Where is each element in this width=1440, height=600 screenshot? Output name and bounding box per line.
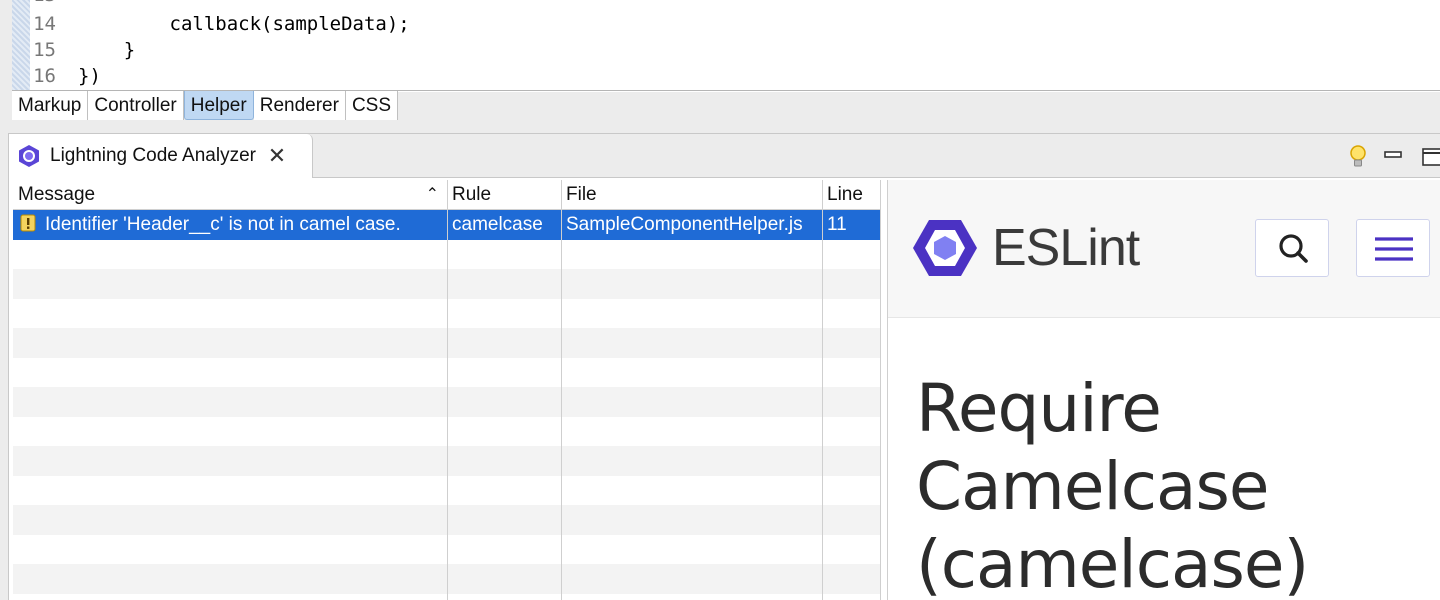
analyzer-logo-icon bbox=[19, 145, 39, 167]
editor-left-margin bbox=[0, 0, 12, 92]
editor-overview-ruler bbox=[12, 0, 30, 92]
line-number: 13 bbox=[30, 0, 56, 8]
eslint-logo-icon bbox=[913, 220, 977, 276]
rule-page-heading: Require Camelcase (camelcase) bbox=[916, 370, 1309, 600]
sort-ascending-icon: ⌃ bbox=[425, 186, 439, 203]
eslint-docs-panel: ESLint Require Camelcase (camelcase) bbox=[887, 180, 1440, 600]
tab-helper[interactable]: Helper bbox=[183, 91, 254, 120]
tab-markup[interactable]: Markup bbox=[12, 91, 89, 120]
column-divider[interactable] bbox=[447, 180, 448, 600]
column-header-rule[interactable]: Rule bbox=[447, 180, 561, 210]
search-icon bbox=[1279, 234, 1308, 263]
code-text: callback(sampleData); bbox=[78, 13, 410, 35]
lightbulb-icon[interactable] bbox=[1345, 142, 1371, 170]
warning-icon bbox=[20, 214, 36, 232]
code-analyzer-view: Lightning Code Analyzer ✕ Message ⌃ Rule… bbox=[8, 133, 1440, 600]
problems-table[interactable]: Message ⌃ Rule File Line Identifier 'Hea… bbox=[13, 180, 881, 600]
view-tab-lightning-code-analyzer[interactable]: Lightning Code Analyzer ✕ bbox=[9, 134, 313, 178]
cell-line: 11 bbox=[827, 214, 847, 235]
code-text: } bbox=[78, 39, 136, 61]
eslint-brand-name: ESLint bbox=[992, 219, 1140, 277]
tab-css[interactable]: CSS bbox=[345, 91, 399, 120]
code-line: 14 callback(sampleData); bbox=[30, 11, 1430, 37]
column-header-line[interactable]: Line bbox=[822, 180, 881, 210]
column-header-file[interactable]: File bbox=[561, 180, 822, 210]
column-divider[interactable] bbox=[561, 180, 562, 600]
maximize-icon[interactable] bbox=[1419, 142, 1440, 170]
eslint-logo-link[interactable]: ESLint bbox=[912, 218, 1140, 278]
view-title: Lightning Code Analyzer bbox=[50, 145, 256, 166]
code-line: 13 bbox=[30, 0, 1430, 8]
line-number: 16 bbox=[33, 65, 56, 87]
code-text: }) bbox=[78, 65, 101, 87]
cell-rule: camelcase bbox=[452, 214, 543, 235]
tab-renderer[interactable]: Renderer bbox=[253, 91, 346, 120]
close-icon[interactable]: ✕ bbox=[266, 143, 288, 169]
hamburger-menu-icon bbox=[1375, 237, 1413, 261]
message-text: Identifier 'Header__c' is not in camel c… bbox=[45, 214, 401, 235]
menu-button[interactable] bbox=[1356, 219, 1430, 277]
column-divider bbox=[880, 180, 881, 600]
cell-file: SampleComponentHelper.js bbox=[566, 214, 803, 235]
column-header-message[interactable]: Message ⌃ bbox=[13, 180, 447, 210]
code-line: 15 } bbox=[30, 37, 1430, 63]
view-tab-bar: Lightning Code Analyzer ✕ bbox=[9, 134, 1440, 178]
bundle-file-tabs: Markup Controller Helper Renderer CSS bbox=[12, 91, 399, 121]
search-button[interactable] bbox=[1255, 219, 1329, 277]
tab-controller[interactable]: Controller bbox=[88, 91, 184, 120]
minimize-icon[interactable] bbox=[1381, 142, 1407, 170]
cell-message: Identifier 'Header__c' is not in camel c… bbox=[13, 210, 447, 239]
code-line: 16}) bbox=[30, 63, 1430, 89]
line-number: 15 bbox=[33, 39, 56, 61]
column-divider[interactable] bbox=[822, 180, 823, 600]
line-number: 14 bbox=[33, 13, 56, 35]
eslint-header: ESLint bbox=[888, 180, 1440, 318]
code-editor[interactable]: 13 14 callback(sampleData); 15 } 16}) bbox=[0, 0, 1440, 92]
